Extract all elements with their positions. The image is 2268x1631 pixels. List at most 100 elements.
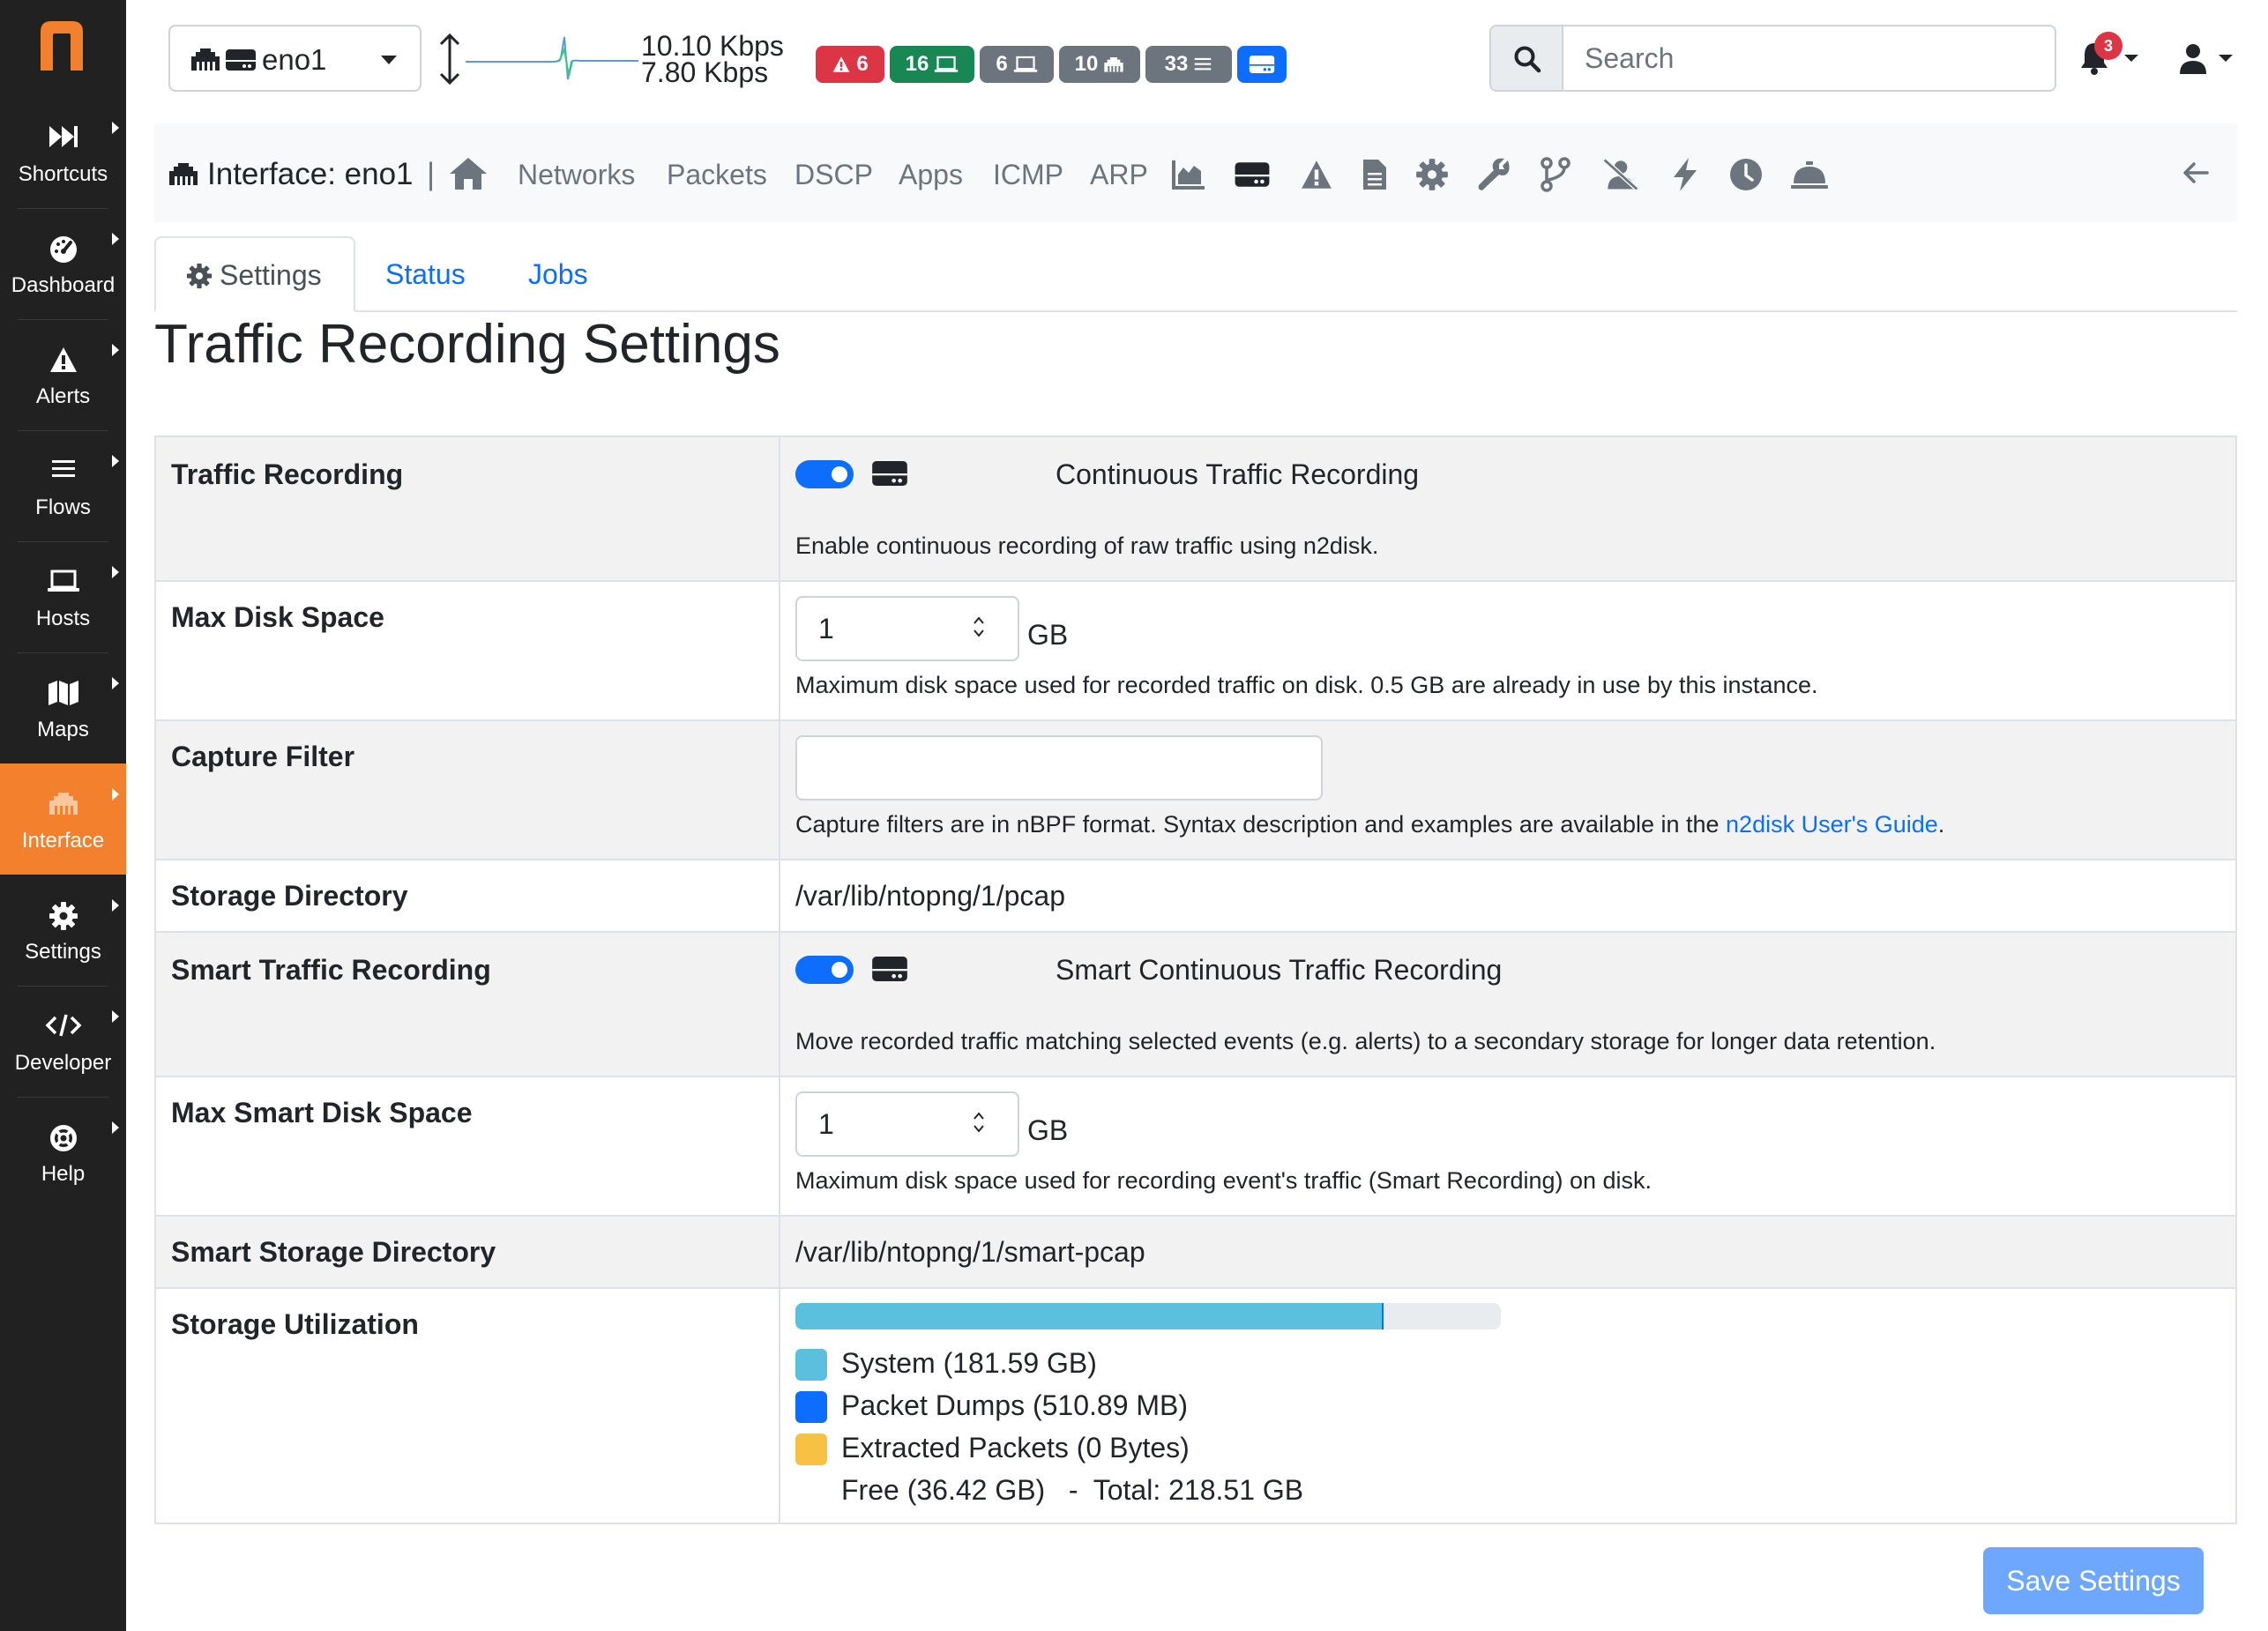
- row-help: Move recorded traffic matching selected …: [795, 1028, 1936, 1054]
- sidebar-item-alerts[interactable]: Alerts: [0, 319, 126, 430]
- sidebar-item-interface[interactable]: Interface: [0, 763, 126, 875]
- sidebar-item-dashboard[interactable]: Dashboard: [0, 208, 126, 319]
- user-icon[interactable]: [2178, 42, 2208, 76]
- tabs-divider: [154, 310, 2237, 312]
- toggle-label: Smart Continuous Traffic Recording: [1056, 954, 1503, 986]
- nav-separator: |: [427, 157, 436, 191]
- nav-clock-icon[interactable]: [1727, 155, 1765, 194]
- row-help: Capture filters are in nBPF format. Synt…: [795, 811, 1944, 838]
- devices-badge[interactable]: 10: [1059, 46, 1140, 83]
- legend-swatch-extracted: [795, 1434, 827, 1465]
- badge-count: 16: [905, 52, 929, 76]
- nav-link-arp[interactable]: ARP: [1090, 159, 1148, 191]
- arrow-left-icon[interactable]: [2182, 160, 2210, 185]
- recording-badge[interactable]: [1237, 46, 1287, 83]
- nav-link-networks[interactable]: Networks: [518, 159, 635, 191]
- nav-link-apps[interactable]: Apps: [899, 159, 963, 191]
- unit-label: GB: [1027, 1114, 1069, 1146]
- search-icon: [1514, 46, 1541, 73]
- gear-icon: [186, 263, 213, 289]
- hosts-badge[interactable]: 6: [980, 46, 1054, 83]
- nav-link-dscp[interactable]: DSCP: [795, 159, 873, 191]
- row-label: Traffic Recording: [171, 458, 404, 490]
- sidebar-item-label: Settings: [25, 940, 101, 964]
- hdd-icon: [226, 49, 256, 71]
- nav-gear-icon[interactable]: [1413, 155, 1451, 194]
- table-row-max-smart-disk-space: Max Smart Disk Space GB Maximum disk spa…: [156, 1077, 2235, 1217]
- n2disk-guide-link[interactable]: n2disk User's Guide: [1726, 811, 1938, 838]
- table-row-storage-directory: Storage Directory /var/lib/ntopng/1/pcap: [156, 860, 2235, 933]
- sidebar-item-label: Hosts: [35, 607, 91, 630]
- caret-right-icon: [112, 1010, 119, 1023]
- interface-select[interactable]: eno1: [168, 25, 422, 92]
- interface-select-label: eno1: [262, 43, 327, 76]
- traffic-recording-toggle[interactable]: [795, 460, 854, 488]
- nav-chart-area-icon[interactable]: [1169, 155, 1208, 194]
- search-button[interactable]: [1489, 25, 1563, 92]
- tab-settings[interactable]: Settings: [154, 236, 355, 312]
- row-help: Maximum disk space used for recorded tra…: [795, 672, 1818, 698]
- flows-badge[interactable]: 33: [1145, 46, 1232, 83]
- help-text: Capture filters are in nBPF format. Synt…: [795, 811, 1727, 838]
- caret-right-icon: [112, 122, 119, 134]
- code-icon: [45, 1014, 81, 1037]
- capture-filter-input[interactable]: [795, 735, 1323, 801]
- nav-link-packets[interactable]: Packets: [667, 159, 767, 191]
- ethernet-icon: [48, 793, 78, 815]
- gauge-icon: [49, 236, 77, 263]
- stepper-arrows-icon[interactable]: [971, 1109, 987, 1136]
- active-hosts-badge[interactable]: 16: [890, 46, 974, 83]
- sidebar-item-label: Shortcuts: [18, 162, 108, 186]
- tab-jobs[interactable]: Jobs: [528, 258, 588, 291]
- sidebar-item-help[interactable]: Help: [0, 1097, 126, 1208]
- nav-recording-hdd-icon[interactable]: [1233, 155, 1272, 194]
- ntopng-logo[interactable]: [35, 16, 88, 78]
- caret-down-icon[interactable]: [2219, 55, 2233, 62]
- tab-status[interactable]: Status: [385, 258, 466, 291]
- nav-bell-concierge-icon[interactable]: [1790, 155, 1829, 194]
- nav-bolt-icon[interactable]: [1666, 155, 1705, 194]
- ethernet-icon: [169, 163, 198, 185]
- interface-nav-title: Interface: eno1: [207, 157, 414, 191]
- rate-download: 7.80 Kbps: [641, 56, 769, 88]
- sidebar-item-developer[interactable]: Developer: [0, 986, 126, 1097]
- search-input[interactable]: [1562, 25, 2056, 92]
- notification-count-badge: 3: [2094, 32, 2123, 60]
- stepper-arrows-icon[interactable]: [971, 614, 987, 640]
- home-icon[interactable]: [448, 155, 489, 192]
- sidebar-item-shortcuts[interactable]: Shortcuts: [0, 97, 126, 208]
- hdd-icon: [1249, 56, 1275, 73]
- caret-down-icon[interactable]: [2124, 55, 2138, 62]
- toggle-label: Continuous Traffic Recording: [1056, 458, 1420, 490]
- sidebar-item-hosts[interactable]: Hosts: [0, 541, 126, 652]
- warning-icon: [832, 56, 850, 72]
- badge-count: 33: [1164, 52, 1189, 76]
- nav-wrench-icon[interactable]: [1474, 155, 1513, 194]
- traffic-sparkline: [466, 36, 638, 80]
- nav-file-icon[interactable]: [1355, 155, 1394, 194]
- alerts-badge[interactable]: 6: [816, 46, 884, 83]
- caret-right-icon: [112, 344, 119, 356]
- sidebar-item-label: Maps: [37, 718, 89, 741]
- storage-directory-value: /var/lib/ntopng/1/pcap: [795, 880, 1065, 912]
- sidebar-item-label: Interface: [21, 829, 105, 853]
- help-text: .: [1937, 811, 1945, 838]
- legend-extracted-packets: Extracted Packets (0 Bytes): [841, 1432, 1190, 1463]
- legend-swatch-system: [795, 1349, 827, 1381]
- save-settings-button[interactable]: Save Settings: [1983, 1547, 2204, 1614]
- badge-count: 6: [856, 52, 869, 76]
- smart-recording-toggle[interactable]: [795, 956, 854, 984]
- sidebar-item-flows[interactable]: Flows: [0, 430, 126, 541]
- nav-user-slash-icon[interactable]: [1601, 155, 1640, 194]
- sidebar-item-label: Developer: [14, 1051, 112, 1075]
- caret-right-icon: [112, 566, 119, 578]
- bars-icon: [51, 460, 75, 477]
- row-help: Maximum disk space used for recording ev…: [795, 1167, 1653, 1194]
- nav-code-branch-icon[interactable]: [1536, 155, 1575, 194]
- nav-link-icmp[interactable]: ICMP: [993, 159, 1063, 191]
- tab-label: Settings: [220, 259, 322, 291]
- sidebar-item-maps[interactable]: Maps: [0, 652, 126, 763]
- gear-icon: [48, 902, 78, 930]
- nav-alerts-icon[interactable]: [1297, 155, 1336, 194]
- sidebar-item-settings[interactable]: Settings: [0, 875, 126, 986]
